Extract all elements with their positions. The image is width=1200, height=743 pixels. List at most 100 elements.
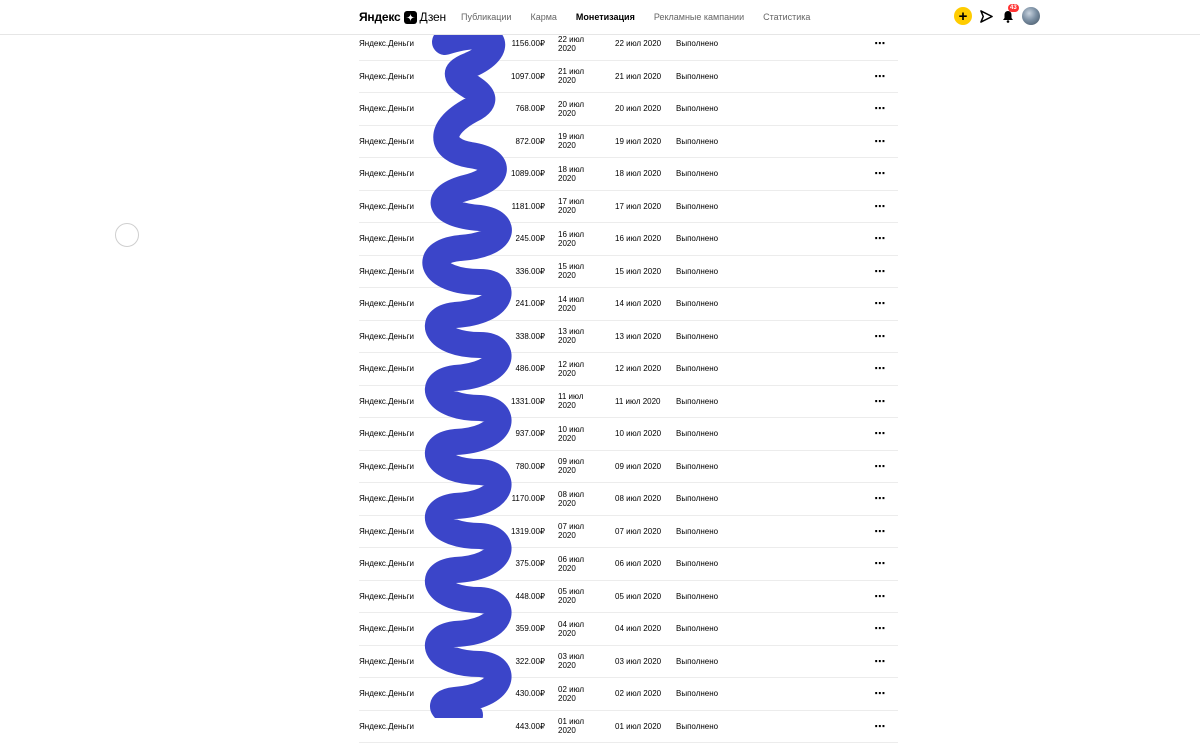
payout-method: Яндекс.Деньги bbox=[359, 548, 449, 580]
payout-amount: 359.00₽ bbox=[489, 613, 545, 645]
row-more-menu-icon[interactable]: ⋯ bbox=[869, 61, 891, 93]
payout-status: Выполнено bbox=[676, 353, 736, 385]
payout-method: Яндекс.Деньги bbox=[359, 191, 449, 223]
payout-status: Выполнено bbox=[676, 61, 736, 93]
paid-date: 03 июл 2020 bbox=[615, 646, 675, 678]
row-more-menu-icon[interactable]: ⋯ bbox=[869, 191, 891, 223]
created-day: 21 июл bbox=[558, 67, 584, 76]
created-year: 2020 bbox=[558, 661, 576, 670]
table-row: Яндекс.Деньги241.00₽14 июл202014 июл 202… bbox=[359, 288, 898, 321]
row-more-menu-icon[interactable]: ⋯ bbox=[869, 353, 891, 385]
create-plus-button[interactable]: + bbox=[954, 7, 972, 25]
created-date: 10 июл2020 bbox=[558, 418, 598, 450]
row-more-menu-icon[interactable]: ⋯ bbox=[869, 483, 891, 515]
paid-date: 21 июл 2020 bbox=[615, 61, 675, 93]
nav-ad-campaigns[interactable]: Рекламные кампании bbox=[654, 12, 744, 22]
payout-method: Яндекс.Деньги bbox=[359, 126, 449, 158]
payout-amount: 768.00₽ bbox=[489, 93, 545, 125]
created-year: 2020 bbox=[558, 206, 576, 215]
payout-status: Выполнено bbox=[676, 483, 736, 515]
payout-status: Выполнено bbox=[676, 613, 736, 645]
paid-date: 08 июл 2020 bbox=[615, 483, 675, 515]
row-more-menu-icon[interactable]: ⋯ bbox=[869, 321, 891, 353]
nav-statistics[interactable]: Статистика bbox=[763, 12, 810, 22]
created-date: 21 июл2020 bbox=[558, 61, 598, 93]
created-year: 2020 bbox=[558, 466, 576, 475]
row-more-menu-icon[interactable]: ⋯ bbox=[869, 678, 891, 710]
table-row: Яндекс.Деньги338.00₽13 июл202013 июл 202… bbox=[359, 321, 898, 354]
created-date: 18 июл2020 bbox=[558, 158, 598, 190]
row-more-menu-icon[interactable]: ⋯ bbox=[869, 613, 891, 645]
created-day: 15 июл bbox=[558, 262, 584, 271]
paid-date: 10 июл 2020 bbox=[615, 418, 675, 450]
table-row: Яндекс.Деньги1319.00₽07 июл202007 июл 20… bbox=[359, 516, 898, 549]
row-more-menu-icon[interactable]: ⋯ bbox=[869, 646, 891, 678]
row-more-menu-icon[interactable]: ⋯ bbox=[869, 711, 891, 743]
created-day: 16 июл bbox=[558, 230, 584, 239]
side-circle-button[interactable] bbox=[115, 223, 139, 247]
created-day: 01 июл bbox=[558, 717, 584, 726]
created-day: 17 июл bbox=[558, 197, 584, 206]
row-more-menu-icon[interactable]: ⋯ bbox=[869, 288, 891, 320]
paid-date: 13 июл 2020 bbox=[615, 321, 675, 353]
row-more-menu-icon[interactable]: ⋯ bbox=[869, 386, 891, 418]
created-date: 05 июл2020 bbox=[558, 581, 598, 613]
payout-amount: 872.00₽ bbox=[489, 126, 545, 158]
row-more-menu-icon[interactable]: ⋯ bbox=[869, 93, 891, 125]
row-more-menu-icon[interactable]: ⋯ bbox=[869, 126, 891, 158]
payout-status: Выполнено bbox=[676, 386, 736, 418]
main-nav: Публикации Карма Монетизация Рекламные к… bbox=[461, 12, 829, 22]
created-year: 2020 bbox=[558, 596, 576, 605]
created-year: 2020 bbox=[558, 141, 576, 150]
payout-status: Выполнено bbox=[676, 646, 736, 678]
created-year: 2020 bbox=[558, 271, 576, 280]
created-date: 06 июл2020 bbox=[558, 548, 598, 580]
payout-amount: 375.00₽ bbox=[489, 548, 545, 580]
created-year: 2020 bbox=[558, 564, 576, 573]
row-more-menu-icon[interactable]: ⋯ bbox=[869, 548, 891, 580]
created-year: 2020 bbox=[558, 174, 576, 183]
table-row: Яндекс.Деньги 448.00₽ 05 июл2020 05 июл 202… bbox=[359, 581, 898, 614]
paid-date: 16 июл 2020 bbox=[615, 223, 675, 255]
payout-status: Выполнено bbox=[676, 191, 736, 223]
nav-publications[interactable]: Публикации bbox=[461, 12, 511, 22]
row-more-menu-icon[interactable]: ⋯ bbox=[869, 223, 891, 255]
created-day: 20 июл bbox=[558, 100, 584, 109]
payout-amount: 448.00₽ bbox=[489, 581, 545, 613]
row-more-menu-icon[interactable]: ⋯ bbox=[869, 418, 891, 450]
table-row: Яндекс.Деньги486.00₽12 июл202012 июл 202… bbox=[359, 353, 898, 386]
payout-method: Яндекс.Деньги bbox=[359, 581, 449, 613]
payout-method: Яндекс.Деньги bbox=[359, 321, 449, 353]
nav-monetization[interactable]: Монетизация bbox=[576, 12, 635, 22]
created-year: 2020 bbox=[558, 629, 576, 638]
header-actions: + 43 bbox=[954, 7, 1040, 25]
notifications-bell-icon[interactable]: 43 bbox=[1000, 8, 1016, 24]
created-day: 09 июл bbox=[558, 457, 584, 466]
row-more-menu-icon[interactable]: ⋯ bbox=[869, 581, 891, 613]
table-row: Яндекс.Деньги375.00₽06 июл202006 июл 202… bbox=[359, 548, 898, 581]
payout-method: Яндекс.Деньги bbox=[359, 516, 449, 548]
table-row: Яндекс.Деньги443.00₽01 июл202001 июл 202… bbox=[359, 711, 898, 743]
send-icon[interactable] bbox=[978, 8, 994, 24]
payout-method: Яндекс.Деньги bbox=[359, 353, 449, 385]
notification-count-badge: 43 bbox=[1008, 4, 1019, 12]
row-more-menu-icon[interactable]: ⋯ bbox=[869, 451, 891, 483]
created-year: 2020 bbox=[558, 434, 576, 443]
yandex-zen-logo[interactable]: Яндекс Дзен bbox=[359, 9, 446, 25]
created-date: 13 июл2020 bbox=[558, 321, 598, 353]
payout-method: Яндекс.Деньги bbox=[359, 483, 449, 515]
created-day: 11 июл bbox=[558, 392, 584, 401]
row-more-menu-icon[interactable]: ⋯ bbox=[869, 516, 891, 548]
created-date: 09 июл2020 bbox=[558, 451, 598, 483]
created-year: 2020 bbox=[558, 694, 576, 703]
created-date: 07 июл2020 bbox=[558, 516, 598, 548]
created-day: 14 июл bbox=[558, 295, 584, 304]
user-avatar[interactable] bbox=[1022, 7, 1040, 25]
payout-method: Яндекс.Деньги bbox=[359, 158, 449, 190]
created-day: 22 июл bbox=[558, 35, 584, 44]
paid-date: 05 июл 2020 bbox=[615, 581, 675, 613]
row-more-menu-icon[interactable]: ⋯ bbox=[869, 158, 891, 190]
nav-karma[interactable]: Карма bbox=[530, 12, 556, 22]
row-more-menu-icon[interactable]: ⋯ bbox=[869, 256, 891, 288]
payout-status: Выполнено bbox=[676, 711, 736, 743]
